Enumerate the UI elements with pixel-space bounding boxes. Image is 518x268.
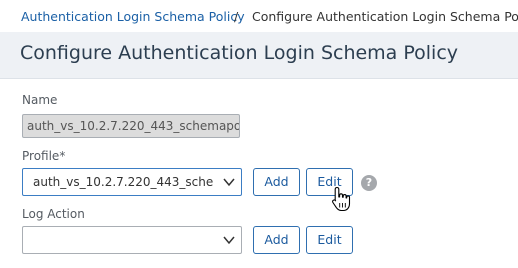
name-field-value: auth_vs_10.2.7.220_443_schemapol bbox=[27, 119, 240, 133]
profile-select[interactable]: auth_vs_10.2.7.220_443_schema bbox=[22, 168, 242, 196]
breadcrumb-parent-link[interactable]: Authentication Login Schema Policy bbox=[21, 9, 245, 24]
hand-pointer-icon bbox=[332, 186, 351, 212]
breadcrumb: Authentication Login Schema Policy / Con… bbox=[0, 0, 518, 32]
breadcrumb-separator: / bbox=[234, 9, 239, 24]
profile-add-button[interactable]: Add bbox=[253, 168, 300, 196]
profile-label: Profile* bbox=[22, 149, 66, 163]
log-action-select[interactable] bbox=[22, 226, 242, 254]
page-title: Configure Authentication Login Schema Po… bbox=[20, 42, 459, 64]
name-label: Name bbox=[22, 93, 58, 107]
name-field[interactable]: auth_vs_10.2.7.220_443_schemapol bbox=[22, 114, 240, 138]
log-action-edit-button[interactable]: Edit bbox=[306, 226, 353, 254]
chevron-down-icon bbox=[223, 178, 235, 187]
profile-select-value: auth_vs_10.2.7.220_443_schema bbox=[33, 175, 213, 189]
breadcrumb-current: Configure Authentication Login Schema Po… bbox=[252, 9, 518, 24]
log-action-add-button[interactable]: Add bbox=[253, 226, 300, 254]
help-icon[interactable]: ? bbox=[361, 175, 377, 191]
page-header: Configure Authentication Login Schema Po… bbox=[0, 32, 518, 79]
chevron-down-icon bbox=[223, 236, 235, 245]
log-action-label: Log Action bbox=[22, 207, 85, 221]
